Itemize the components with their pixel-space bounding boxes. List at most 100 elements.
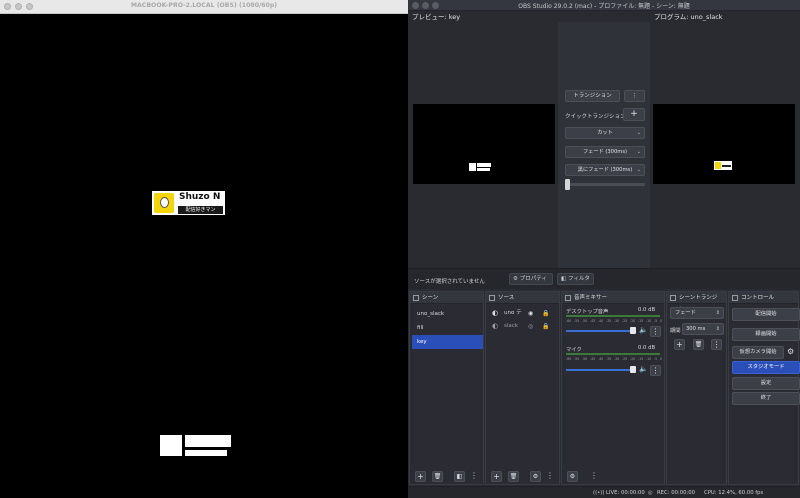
trash-icon[interactable]: 🗑 bbox=[432, 471, 443, 482]
controls-title-label: コントロール bbox=[741, 295, 775, 301]
badge-tag: 配信好きマン bbox=[178, 206, 223, 214]
source-item[interactable]: ◐ uno テ ◉ 🔒 bbox=[488, 307, 559, 320]
transitions-dock-title[interactable]: シーントランジシ… bbox=[667, 292, 726, 313]
transition-type-value: フェード bbox=[675, 310, 696, 316]
sources-title-label: ソース bbox=[498, 295, 515, 301]
start-recording-button[interactable]: 録画開始 bbox=[732, 328, 800, 341]
scene-menu-button[interactable]: ⋮ bbox=[470, 471, 478, 480]
eye-icon[interactable]: ◉ bbox=[528, 307, 533, 320]
transition-button[interactable]: トランジション bbox=[565, 90, 620, 102]
filters-button[interactable]: ◧ フィルタ bbox=[557, 273, 594, 285]
meter-scale: -60 -55 -50 -45 -40 -35 -30 -25 -20 -15 -10 -5 0 bbox=[566, 319, 662, 323]
preview-canvas[interactable] bbox=[413, 104, 555, 184]
channel-menu-button[interactable]: ⋮ bbox=[650, 326, 661, 337]
lock-icon[interactable]: 🔒 bbox=[542, 320, 549, 333]
settings-button[interactable]: 設定 bbox=[732, 377, 800, 390]
transition-fade-button[interactable]: フェード (300ms) ⌄ bbox=[565, 146, 645, 158]
scene-item[interactable]: fill bbox=[412, 321, 483, 335]
gear-icon[interactable]: ⚙ bbox=[530, 471, 541, 482]
source-item[interactable]: ◐ slack ◎ 🔒 bbox=[488, 320, 559, 333]
transition-menu-button[interactable]: ⋮ bbox=[624, 90, 645, 102]
dock-float-icon[interactable] bbox=[670, 295, 676, 301]
program-badge-tag bbox=[722, 165, 731, 167]
properties-label: プロパティ bbox=[519, 276, 547, 282]
dock-float-icon[interactable] bbox=[413, 295, 419, 301]
trash-icon[interactable]: 🗑 bbox=[508, 471, 519, 482]
projector-window: MACBOOK-PRO-2.LOCAL (OBS) (1080/60p) Shu… bbox=[0, 0, 408, 498]
dock-float-icon[interactable] bbox=[489, 295, 495, 301]
sources-dock-title[interactable]: ソース bbox=[486, 292, 559, 304]
key-block-gap bbox=[185, 447, 231, 448]
avatar-face-icon bbox=[160, 197, 169, 208]
scenes-dock-title[interactable]: シーン bbox=[410, 292, 483, 304]
channel-name: デスクトップ音声 bbox=[566, 309, 609, 315]
volume-slider[interactable] bbox=[566, 330, 634, 332]
key-block-left bbox=[160, 435, 182, 456]
obs-titlebar[interactable]: OBS Studio 29.0.2 (mac) - プロファイル: 無題 - シ… bbox=[408, 0, 800, 11]
scene-filter-button[interactable]: ◧ bbox=[454, 471, 465, 482]
obs-title: OBS Studio 29.0.2 (mac) - プロファイル: 無題 - シ… bbox=[518, 3, 690, 10]
chevron-down-icon: ⌄ bbox=[636, 149, 641, 155]
lock-icon[interactable]: 🔒 bbox=[542, 307, 549, 320]
projector-titlebar[interactable]: MACBOOK-PRO-2.LOCAL (OBS) (1080/60p) bbox=[0, 0, 408, 14]
chevron-down-icon: ⌄ bbox=[636, 167, 641, 173]
properties-button[interactable]: ⚙ プロパティ bbox=[509, 273, 553, 285]
channel-level: 0.0 dB bbox=[638, 307, 656, 313]
transition-type-select[interactable]: フェード ⇕ bbox=[670, 307, 724, 319]
dock-float-icon[interactable] bbox=[565, 295, 571, 301]
scenes-dock: シーン uno_slack fill key + 🗑 ◧ ⋮ bbox=[409, 291, 484, 485]
dock-float-icon[interactable] bbox=[732, 295, 738, 301]
preview-key-left bbox=[469, 163, 476, 171]
mixer-dock-title[interactable]: 音声ミキサー bbox=[562, 292, 664, 304]
controls-dock-title[interactable]: コントロール bbox=[729, 292, 798, 304]
add-quick-transition-button[interactable]: + bbox=[623, 108, 645, 121]
gear-icon[interactable]: ⚙ bbox=[567, 471, 578, 482]
exit-button[interactable]: 終了 bbox=[732, 392, 800, 405]
program-avatar-icon bbox=[715, 162, 721, 169]
studio-mode-button[interactable]: スタジオモード bbox=[732, 361, 800, 374]
name-badge: Shuzo N 配信好きマン bbox=[152, 191, 225, 215]
start-virtual-camera-button[interactable]: 仮想カメラ開始 bbox=[732, 346, 784, 359]
preview-key-top bbox=[477, 163, 491, 167]
volume-slider-handle[interactable] bbox=[630, 327, 636, 334]
quick-transition-label: クイックトランジション bbox=[565, 114, 626, 120]
start-streaming-button[interactable]: 配信開始 bbox=[732, 308, 800, 321]
no-source-label: ソースが選択されていません bbox=[414, 279, 485, 285]
trash-icon[interactable]: 🗑 bbox=[693, 339, 704, 350]
live-status: LIVE: 00:00:00 bbox=[606, 490, 645, 496]
sources-dock: ソース ◐ uno テ ◉ 🔒 ◐ slack ◎ 🔒 + 🗑 ⚙ ⋮ bbox=[485, 291, 560, 485]
cpu-status: CPU: 12.4%, 60.00 fps bbox=[704, 490, 764, 496]
gear-icon[interactable]: ⚙ bbox=[787, 347, 794, 356]
transition-menu-button[interactable]: ⋮ bbox=[711, 339, 722, 350]
speaker-icon[interactable]: 🔈 bbox=[639, 365, 648, 373]
scenes-title-label: シーン bbox=[422, 295, 439, 301]
add-transition-button[interactable]: + bbox=[674, 339, 685, 350]
volume-slider[interactable] bbox=[566, 369, 634, 371]
projector-title: MACBOOK-PRO-2.LOCAL (OBS) (1080/60p) bbox=[130, 2, 278, 9]
duration-input[interactable]: 300 ms ⇕ bbox=[682, 323, 724, 335]
mixer-menu-button[interactable]: ⋮ bbox=[590, 471, 598, 480]
t-bar-track[interactable] bbox=[565, 183, 645, 186]
source-menu-button[interactable]: ⋮ bbox=[546, 471, 554, 480]
transition-cut-button[interactable]: カット ⌄ bbox=[565, 127, 645, 139]
gear-icon: ⚙ bbox=[513, 276, 518, 282]
speaker-icon[interactable]: 🔈 bbox=[639, 326, 648, 334]
filter-icon: ◧ bbox=[561, 276, 567, 282]
record-icon: ◎ bbox=[648, 490, 653, 496]
transition-fade-black-label: 黒にフェード (300ms) bbox=[577, 167, 633, 173]
channel-menu-button[interactable]: ⋮ bbox=[650, 365, 661, 376]
program-badge bbox=[714, 161, 732, 170]
controls-dock: コントロール 配信開始 録画開始 仮想カメラ開始 ⚙ スタジオモード 設定 終了 bbox=[728, 291, 800, 485]
add-scene-button[interactable]: + bbox=[415, 471, 426, 482]
eye-hidden-icon[interactable]: ◎ bbox=[528, 320, 533, 333]
scene-item-selected[interactable]: key bbox=[412, 335, 483, 349]
chevron-down-icon: ⌄ bbox=[636, 130, 641, 136]
transition-fade-black-button[interactable]: 黒にフェード (300ms) ⌄ bbox=[565, 164, 645, 176]
badge-name: Shuzo N bbox=[179, 192, 221, 202]
duration-value: 300 ms bbox=[686, 326, 706, 332]
add-source-button[interactable]: + bbox=[491, 471, 502, 482]
program-canvas[interactable] bbox=[653, 104, 795, 184]
volume-slider-handle[interactable] bbox=[630, 366, 636, 373]
t-bar-handle[interactable] bbox=[565, 179, 570, 190]
scene-item[interactable]: uno_slack bbox=[412, 307, 483, 321]
